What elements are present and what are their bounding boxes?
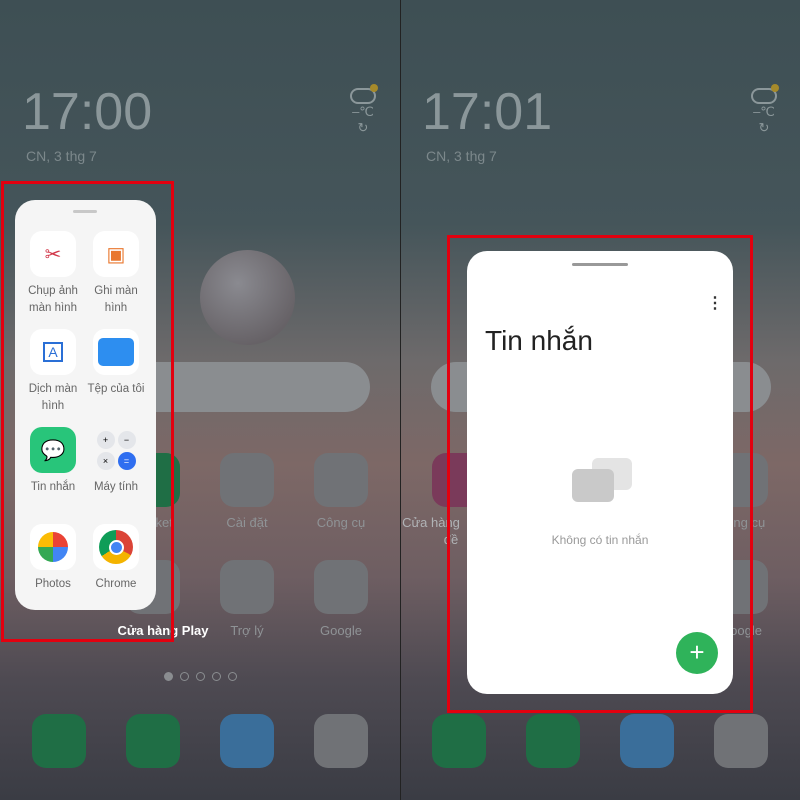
browser-icon[interactable]	[620, 714, 674, 768]
date: CN, 3 thg 7	[426, 148, 497, 164]
smart-sidebar: ✂ Chụp ảnh màn hình ▣ Ghi màn hình A Dịch m…	[15, 200, 156, 610]
google-folder-icon[interactable]	[314, 560, 368, 614]
translate-icon: A	[30, 329, 76, 375]
sidebar-app[interactable]: Chrome	[84, 524, 148, 593]
app-label: Photos	[35, 578, 71, 590]
temperature: –℃	[352, 104, 374, 119]
temperature: –℃	[753, 104, 775, 119]
chrome-icon	[93, 524, 139, 570]
camera-icon[interactable]	[714, 714, 768, 768]
app-label: Tệp của tôi	[87, 383, 145, 395]
clock: 17:01	[422, 83, 553, 141]
weather-widget[interactable]: –℃ ↻	[345, 84, 381, 136]
messages-floating-window: ⋮ Tin nhắn Không có tin nhắn +	[467, 251, 733, 694]
phone-icon[interactable]	[432, 714, 486, 768]
page-indicator[interactable]	[164, 672, 237, 681]
photos-icon	[30, 524, 76, 570]
weather-cloud-icon	[350, 84, 378, 104]
new-message-button[interactable]: +	[676, 632, 718, 674]
tools-folder-icon[interactable]	[314, 453, 368, 507]
empty-chat-icon	[572, 458, 632, 503]
divider	[400, 0, 401, 800]
sidebar-app[interactable]: 💬 Tin nhắn	[21, 427, 85, 496]
wallpaper-sphere	[200, 250, 295, 345]
screenshot-icon: ✂	[30, 231, 76, 277]
phone-icon[interactable]	[32, 714, 86, 768]
empty-state-text: Không có tin nhắn	[551, 533, 649, 547]
camera-icon[interactable]	[314, 714, 368, 768]
calculator-icon: + − × =	[93, 427, 139, 473]
browser-icon[interactable]	[220, 714, 274, 768]
sidebar-app[interactable]: Tệp của tôi	[84, 329, 148, 398]
app-label: Dịch màn hình	[28, 383, 78, 412]
app-label: Máy tính	[93, 481, 139, 493]
drag-handle[interactable]	[572, 263, 628, 266]
page-title: Tin nhắn	[485, 325, 593, 356]
app-label: Chụp ảnh màn hình	[28, 285, 78, 314]
home-label: Công cụ	[316, 515, 366, 530]
app-label: Ghi màn hình	[94, 285, 138, 314]
messages-dock-icon[interactable]	[126, 714, 180, 768]
sidebar-app[interactable]: Photos	[21, 524, 85, 593]
sidebar-app[interactable]: + − × = Máy tính	[84, 427, 148, 496]
left-screen: 17:00 CN, 3 thg 7 –℃ ↻ Market Cài đặt Cô…	[0, 0, 400, 800]
weather-widget[interactable]: –℃ ↻	[746, 84, 782, 136]
drag-handle[interactable]	[73, 210, 97, 213]
app-label: Chrome	[95, 578, 137, 590]
assistant-app-icon[interactable]	[220, 560, 274, 614]
date: CN, 3 thg 7	[26, 148, 97, 164]
settings-app-icon[interactable]	[220, 453, 274, 507]
home-label: Cài đặt	[226, 515, 268, 530]
sidebar-app[interactable]: A Dịch màn hình	[21, 329, 85, 415]
app-label: Tin nhắn	[30, 481, 76, 493]
weather-cloud-icon	[751, 84, 779, 104]
clock: 17:00	[22, 83, 153, 141]
sidebar-app[interactable]: ✂ Chụp ảnh màn hình	[21, 231, 85, 317]
folder-icon	[93, 329, 139, 375]
more-options-icon[interactable]: ⋮	[707, 293, 723, 313]
right-screen: 17:01 CN, 3 thg 7 –℃ ↻ Cửa hàng đề Công …	[401, 0, 800, 800]
home-label: Trợ lý	[230, 623, 264, 638]
messages-icon: 💬	[30, 427, 76, 473]
sidebar-app[interactable]: ▣ Ghi màn hình	[84, 231, 148, 317]
screen-record-icon: ▣	[93, 231, 139, 277]
home-label: Google	[320, 623, 362, 638]
messages-dock-icon[interactable]	[526, 714, 580, 768]
